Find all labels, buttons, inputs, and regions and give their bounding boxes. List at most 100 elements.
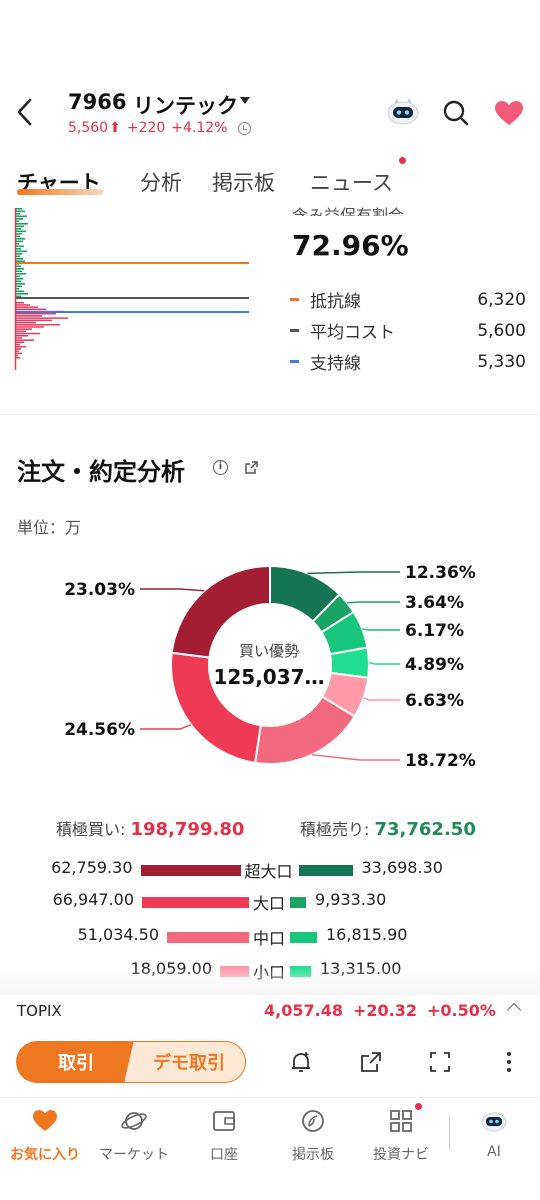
back-arrow-icon[interactable] xyxy=(10,94,40,130)
distribution-bar xyxy=(16,278,23,280)
distribution-bar xyxy=(16,233,22,235)
slice-percent-label: 23.03% xyxy=(64,580,135,600)
nav-item-favorites[interactable]: お気に入り xyxy=(0,1108,90,1164)
order-size-row: 62,759.30 超大口 33,698.30 xyxy=(0,858,540,882)
distribution-bar xyxy=(16,324,60,326)
distribution-bar xyxy=(16,313,56,315)
more-options-icon[interactable] xyxy=(497,1050,521,1074)
distribution-bar xyxy=(16,321,36,324)
distribution-bar xyxy=(16,330,26,333)
distribution-bar xyxy=(16,319,52,322)
nav-item-account[interactable]: 口座 xyxy=(179,1108,269,1164)
distribution-bar xyxy=(16,357,20,359)
distribution-bar xyxy=(16,265,21,268)
demo-trade-button[interactable]: デモ取引 xyxy=(124,1041,246,1083)
heart-icon xyxy=(33,1110,57,1131)
distribution-bar xyxy=(16,326,44,328)
nav-item-board[interactable]: 掲示板 xyxy=(268,1108,358,1164)
quote-line: 5,560 ⬆ +220 +4.12% xyxy=(68,120,251,136)
distribution-bar xyxy=(16,337,22,339)
nav-notification-dot xyxy=(415,1103,422,1110)
distribution-bar xyxy=(16,290,24,293)
planet-icon xyxy=(121,1112,147,1130)
buy-value: 62,759.30 xyxy=(51,858,133,877)
legend-support: 支持線 5,330 xyxy=(290,349,526,374)
fullscreen-icon[interactable] xyxy=(428,1050,452,1074)
distribution-bar xyxy=(16,208,22,210)
distribution-bar xyxy=(16,328,32,330)
grid-apps-icon xyxy=(390,1110,412,1132)
leader-line xyxy=(346,601,400,604)
distribution-bar xyxy=(16,235,20,238)
distribution-bar xyxy=(16,288,19,290)
trade-button[interactable]: 取引 xyxy=(16,1041,136,1083)
nav-item-invest-navi[interactable]: 投資ナビ xyxy=(356,1108,446,1164)
distribution-bar xyxy=(16,306,38,308)
section-divider xyxy=(0,414,540,415)
share-icon[interactable] xyxy=(244,460,259,475)
price-change: +220 xyxy=(126,120,166,136)
stock-name[interactable]: リンテック xyxy=(133,90,238,120)
distribution-bar xyxy=(16,270,22,273)
leader-line xyxy=(363,697,400,701)
distribution-bar xyxy=(16,223,28,225)
tab-analysis[interactable]: 分析 xyxy=(140,167,182,197)
distribution-bar xyxy=(16,341,24,344)
alert-bell-icon[interactable] xyxy=(289,1050,313,1074)
distribution-bar xyxy=(16,230,26,233)
sell-bar xyxy=(290,932,317,943)
tab-board[interactable]: 掲示板 xyxy=(212,167,275,197)
sell-bar xyxy=(290,897,306,908)
distribution-bar xyxy=(16,348,21,350)
search-icon[interactable] xyxy=(442,99,470,127)
distribution-bar xyxy=(16,215,27,218)
info-icon[interactable]: i xyxy=(213,460,228,475)
leader-line xyxy=(140,724,192,730)
chevron-down-icon[interactable] xyxy=(240,97,250,104)
ai-robot-icon xyxy=(481,1112,507,1132)
distribution-bar xyxy=(16,220,19,223)
board-bubble-icon xyxy=(302,1110,324,1132)
distribution-bar xyxy=(16,248,21,250)
distribution-bar xyxy=(16,243,19,245)
legend-marker xyxy=(290,298,299,301)
sell-value: 16,815.90 xyxy=(326,925,408,944)
buy-value: 66,947.00 xyxy=(52,890,134,909)
share-icon[interactable] xyxy=(359,1050,383,1074)
distribution-bar xyxy=(16,225,24,228)
distribution-bar xyxy=(16,332,40,335)
distribution-bar xyxy=(16,273,26,275)
donut-center-label: 買い優勢 xyxy=(238,642,299,660)
distribution-bar xyxy=(16,275,20,278)
sell-value: 9,933.30 xyxy=(315,890,387,909)
section-title: 注文・約定分析 xyxy=(17,458,185,486)
nav-divider xyxy=(0,1097,540,1098)
ticker-change: +20.32 xyxy=(353,1001,418,1020)
leader-line xyxy=(140,588,205,592)
distribution-bar xyxy=(16,238,25,240)
slice-percent-label: 18.72% xyxy=(405,751,476,771)
distribution-bar xyxy=(16,283,25,285)
order-size-category: 中口 xyxy=(253,929,286,948)
distribution-bar xyxy=(16,255,20,258)
stock-code: 7966 xyxy=(68,90,127,114)
order-size-row: 66,947.00 大口 9,933.30 xyxy=(0,890,540,914)
distribution-bar xyxy=(16,280,21,283)
ai-robot-icon[interactable] xyxy=(386,96,420,126)
distribution-bar xyxy=(16,293,28,295)
distribution-bar xyxy=(16,354,18,357)
favorite-heart-icon[interactable] xyxy=(494,100,524,126)
slice-percent-label: 24.56% xyxy=(64,720,135,740)
ticker-change-pct: +0.50% xyxy=(427,1001,496,1020)
ticker-value: 4,057.48 xyxy=(264,1001,343,1020)
slice-percent-label: 12.36% xyxy=(405,563,476,583)
buy-value: 51,034.50 xyxy=(77,925,159,944)
legend-marker xyxy=(290,360,299,363)
distribution-bar xyxy=(16,213,20,215)
nav-item-market[interactable]: マーケット xyxy=(89,1108,179,1164)
distribution-bar xyxy=(16,335,28,337)
distribution-bar xyxy=(16,253,22,255)
leader-line xyxy=(311,754,400,761)
tab-news[interactable]: ニュース xyxy=(310,167,393,197)
nav-item-ai[interactable]: AI xyxy=(449,1108,539,1160)
